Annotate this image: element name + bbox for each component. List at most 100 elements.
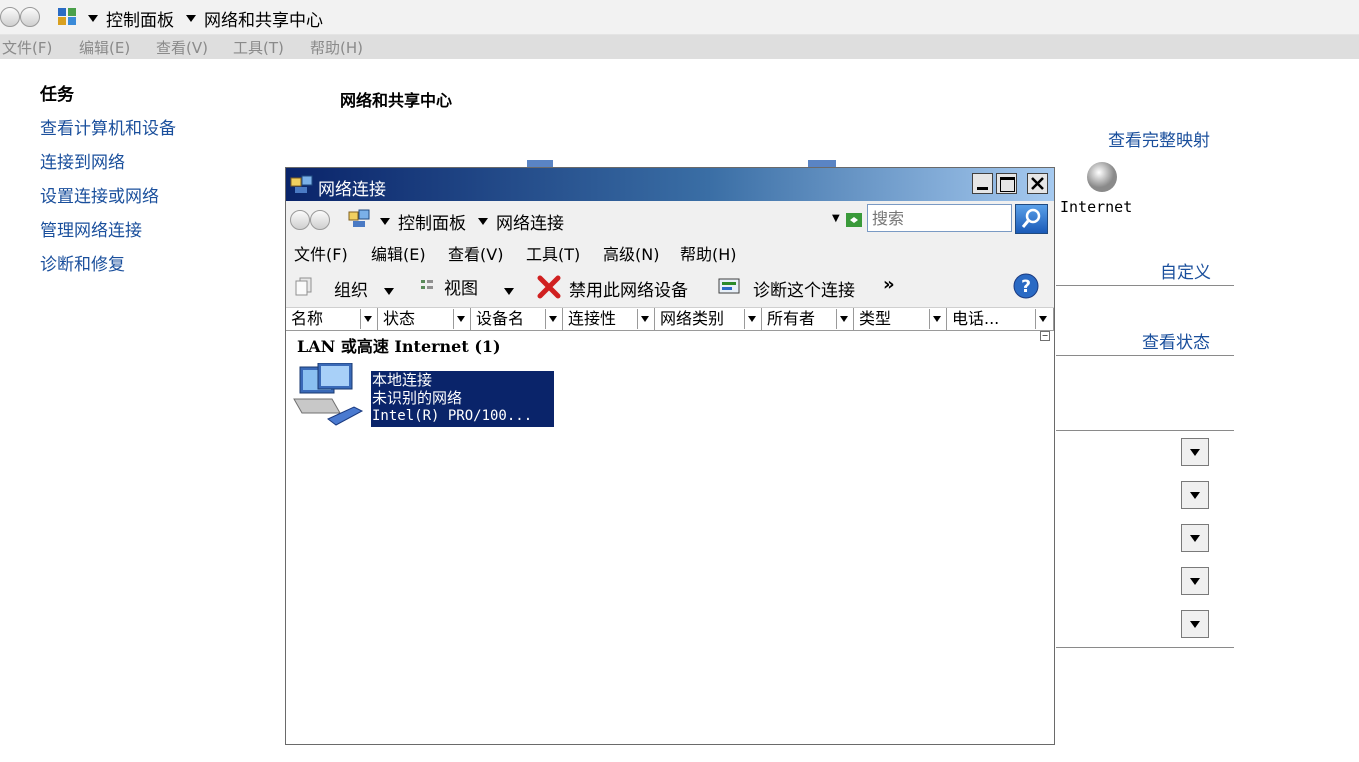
column-filter-dropdown[interactable] <box>836 309 853 329</box>
minimize-button[interactable] <box>972 173 993 194</box>
back-button[interactable] <box>290 210 310 230</box>
divider <box>1056 647 1234 648</box>
network-computer-icon <box>293 363 364 426</box>
menu-tools[interactable]: 工具(T) <box>233 37 284 58</box>
close-icon <box>1031 177 1044 190</box>
column-header-label: 类型 <box>859 309 892 328</box>
column-filter-dropdown[interactable] <box>545 309 562 329</box>
menu-view[interactable]: 查看(V) <box>156 37 208 58</box>
chevron-down-icon <box>1190 578 1200 585</box>
menu-edit[interactable]: 编辑(E) <box>371 241 426 265</box>
chevron-down-icon[interactable] <box>88 8 98 27</box>
column-filter-dropdown[interactable] <box>360 309 377 329</box>
close-button[interactable] <box>1027 173 1048 194</box>
search-input[interactable] <box>867 204 1012 232</box>
forward-button[interactable] <box>20 7 40 27</box>
search-button[interactable] <box>1015 204 1048 234</box>
connection-device: Intel(R) PRO/100... <box>372 408 533 424</box>
breadcrumb-network-center[interactable]: 网络和共享中心 <box>204 6 323 31</box>
chevron-down-icon[interactable] <box>478 211 488 230</box>
window-title: 网络连接 <box>318 180 386 200</box>
collapse-group-button[interactable]: − <box>1040 331 1050 341</box>
column-header-type[interactable]: 类型 <box>854 308 947 330</box>
task-diagnose-repair[interactable]: 诊断和修复 <box>40 250 125 275</box>
organize-icon <box>295 277 312 296</box>
organize-button[interactable]: 组织 <box>294 271 404 301</box>
chevron-down-icon <box>504 281 514 300</box>
column-filter-dropdown[interactable] <box>1035 309 1052 329</box>
task-manage-connections[interactable]: 管理网络连接 <box>40 216 142 241</box>
breadcrumb-control-panel[interactable]: 控制面板 <box>106 6 174 31</box>
customize-link[interactable]: 自定义 <box>1160 258 1211 283</box>
expand-button[interactable] <box>1181 524 1209 552</box>
column-header-label: 所有者 <box>767 309 816 328</box>
diagnose-button[interactable]: 诊断这个连接 <box>718 271 868 301</box>
diagnose-label: 诊断这个连接 <box>753 281 855 301</box>
column-header-network-category[interactable]: 网络类别 <box>655 308 762 330</box>
views-icon <box>421 280 433 289</box>
menu-edit[interactable]: 编辑(E) <box>79 37 130 58</box>
forward-button[interactable] <box>310 210 330 230</box>
expand-button[interactable] <box>1181 610 1209 638</box>
network-connections-icon <box>290 175 313 193</box>
menu-view[interactable]: 查看(V) <box>448 241 503 265</box>
column-header-name[interactable]: 名称 <box>286 308 378 330</box>
connection-status: 未识别的网络 <box>372 389 463 407</box>
toolbar: 组织 视图 禁用此网络设备 诊断这个连接 » ? <box>286 265 1054 308</box>
chevron-down-icon[interactable] <box>186 8 196 27</box>
minimize-icon <box>977 187 988 190</box>
help-icon[interactable]: ? <box>1013 273 1039 299</box>
views-button[interactable]: 视图 <box>420 271 520 301</box>
column-header-label: 名称 <box>291 309 324 328</box>
chevron-down-icon <box>1190 449 1200 456</box>
column-filter-dropdown[interactable] <box>637 309 654 329</box>
column-header-phone[interactable]: 电话... <box>947 308 1054 330</box>
group-header[interactable]: LAN 或高速 Internet (1) <box>297 333 501 357</box>
page-title: 网络和共享中心 <box>340 91 453 110</box>
expand-button[interactable] <box>1181 567 1209 595</box>
background-address-bar: 控制面板 网络和共享中心 <box>0 0 1359 35</box>
expand-button[interactable] <box>1181 438 1209 466</box>
column-header-status[interactable]: 状态 <box>378 308 471 330</box>
column-header-label: 网络类别 <box>660 309 725 328</box>
menu-help[interactable]: 帮助(H) <box>680 241 737 265</box>
menu-bar: 文件(F) 编辑(E) 查看(V) 工具(T) 高级(N) 帮助(H) <box>286 237 1054 265</box>
disable-label: 禁用此网络设备 <box>569 281 688 301</box>
view-full-map-link[interactable]: 查看完整映射 <box>1108 126 1210 151</box>
breadcrumb-network-connections[interactable]: 网络连接 <box>496 209 564 234</box>
task-setup-connection[interactable]: 设置连接或网络 <box>40 182 159 207</box>
internet-label: Internet <box>1060 198 1133 216</box>
column-header-device[interactable]: 设备名 <box>471 308 563 330</box>
column-headers: 名称 状态 设备名 连接性 网络类别 所有者 类型 电话... <box>286 308 1054 331</box>
chevron-down-icon[interactable] <box>380 211 390 230</box>
view-status-link[interactable]: 查看状态 <box>1142 328 1210 353</box>
menu-help[interactable]: 帮助(H) <box>310 37 363 58</box>
back-button[interactable] <box>0 7 20 27</box>
chevron-down-icon <box>1190 492 1200 499</box>
column-filter-dropdown[interactable] <box>744 309 761 329</box>
toolbar-overflow-button[interactable]: » <box>883 274 895 295</box>
menu-advanced[interactable]: 高级(N) <box>603 241 659 265</box>
internet-globe-icon[interactable] <box>1085 160 1119 194</box>
column-filter-dropdown[interactable] <box>453 309 470 329</box>
divider <box>1056 430 1234 431</box>
address-dropdown[interactable]: ▼ <box>832 213 840 224</box>
disable-device-button[interactable]: 禁用此网络设备 <box>536 271 706 301</box>
chevron-down-icon <box>1190 535 1200 542</box>
maximize-button[interactable] <box>996 173 1017 194</box>
list-item-label-selected[interactable]: 本地连接 未识别的网络 Intel(R) PRO/100... <box>371 371 554 427</box>
tasks-heading: 任务 <box>40 85 74 105</box>
task-connect-network[interactable]: 连接到网络 <box>40 148 125 173</box>
column-filter-dropdown[interactable] <box>929 309 946 329</box>
menu-file[interactable]: 文件(F) <box>294 241 348 265</box>
title-bar[interactable]: 网络连接 <box>286 168 1054 201</box>
column-header-owner[interactable]: 所有者 <box>762 308 854 330</box>
menu-file[interactable]: 文件(F) <box>2 37 52 58</box>
breadcrumb-control-panel[interactable]: 控制面板 <box>398 209 466 234</box>
menu-tools[interactable]: 工具(T) <box>526 241 580 265</box>
task-view-computers[interactable]: 查看计算机和设备 <box>40 114 176 139</box>
expand-button[interactable] <box>1181 481 1209 509</box>
column-header-label: 设备名 <box>476 309 525 328</box>
column-header-connectivity[interactable]: 连接性 <box>563 308 655 330</box>
refresh-icon[interactable] <box>846 213 862 227</box>
